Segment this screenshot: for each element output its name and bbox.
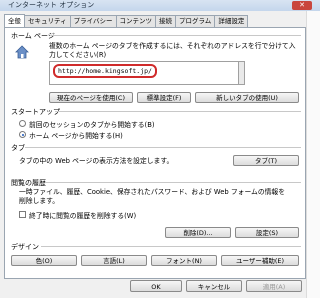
ok-button[interactable]: OK [130,280,182,292]
delete-on-exit-label: 終了時に閲覧の履歴を削除する(W) [29,212,137,220]
history-settings-button[interactable]: 設定(S) [235,227,299,238]
window-title: インターネット オプション [8,1,95,9]
home-description-line2: 力してください(R) [49,51,107,59]
use-new-tab-button[interactable]: 新しいタブの使用(U) [195,92,299,103]
startup-home-label: ホーム ページから開始する(H) [29,132,123,140]
startup-section-label: スタートアップ [11,108,60,116]
close-button[interactable]: ✕ [292,1,312,10]
tab-bar: 全般 セキュリティ プライバシー コンテンツ 接続 プログラム 詳細設定 [4,14,249,27]
tab-content[interactable]: コンテンツ [115,15,156,27]
tabs-description: タブの中の Web ページの表示方法を設定します。 [19,157,174,165]
use-default-button[interactable]: 標準設定(F) [137,92,191,103]
tab-advanced[interactable]: 詳細設定 [214,15,249,27]
home-description: 複数のホーム ページのタブを作成するには、それぞれのアドレスを行で分けて入 力し… [49,42,299,60]
accessibility-button[interactable]: ユーザー補助(E) [221,255,299,266]
title-bar: インターネット オプション ✕ [0,0,320,11]
design-section-label: デザイン [11,243,39,251]
history-section-label: 閲覧の履歴 [11,179,46,187]
divider [55,111,301,112]
colors-button[interactable]: 色(O) [11,255,77,266]
languages-button[interactable]: 言語(L) [81,255,147,266]
divider [25,147,301,148]
divider [45,182,301,183]
tab-privacy[interactable]: プライバシー [69,15,117,27]
history-description: 一時ファイル、履歴、Cookie、保存されたパスワード、および Web フォーム… [19,188,299,206]
background-window-edge [306,11,320,298]
startup-prev-session-label: 前回のセッションのタブから開始する(B) [29,121,155,129]
tab-programs[interactable]: プログラム [175,15,216,27]
fonts-button[interactable]: フォント(N) [151,255,217,266]
apply-button[interactable]: 適用(A) [246,280,302,292]
tab-general[interactable]: 全般 [4,14,25,27]
tabs-settings-button[interactable]: タブ(T) [233,155,299,166]
home-icon [15,45,29,59]
cancel-button[interactable]: キャンセル [186,280,242,292]
home-description-line1: 複数のホーム ページのタブを作成するには、それぞれのアドレスを行で分けて入 [49,42,296,50]
tabs-section-label: タブ [11,144,25,152]
home-section-label: ホーム ページ [11,32,55,40]
tab-security[interactable]: セキュリティ [24,15,71,27]
startup-prev-session-radio[interactable] [19,120,26,127]
divider [41,246,301,247]
delete-history-button[interactable]: 削除(D)... [165,227,231,238]
home-url-value: http://home.kingsoft.jp/ [53,64,157,78]
divider [51,35,301,36]
history-description-line2: 削除します。 [19,197,60,205]
history-description-line1: 一時ファイル、履歴、Cookie、保存されたパスワード、および Web フォーム… [19,188,286,196]
startup-home-radio[interactable] [19,131,26,138]
delete-on-exit-checkbox[interactable] [19,211,26,218]
url-scrollbar[interactable] [239,61,245,85]
use-current-button[interactable]: 現在のページを使用(C) [49,92,133,103]
home-url-textarea[interactable]: http://home.kingsoft.jp/ [49,61,239,85]
tab-connections[interactable]: 接続 [155,15,176,27]
general-panel: ホーム ページ 複数のホーム ページのタブを作成するには、それぞれのアドレスを行… [4,27,306,279]
